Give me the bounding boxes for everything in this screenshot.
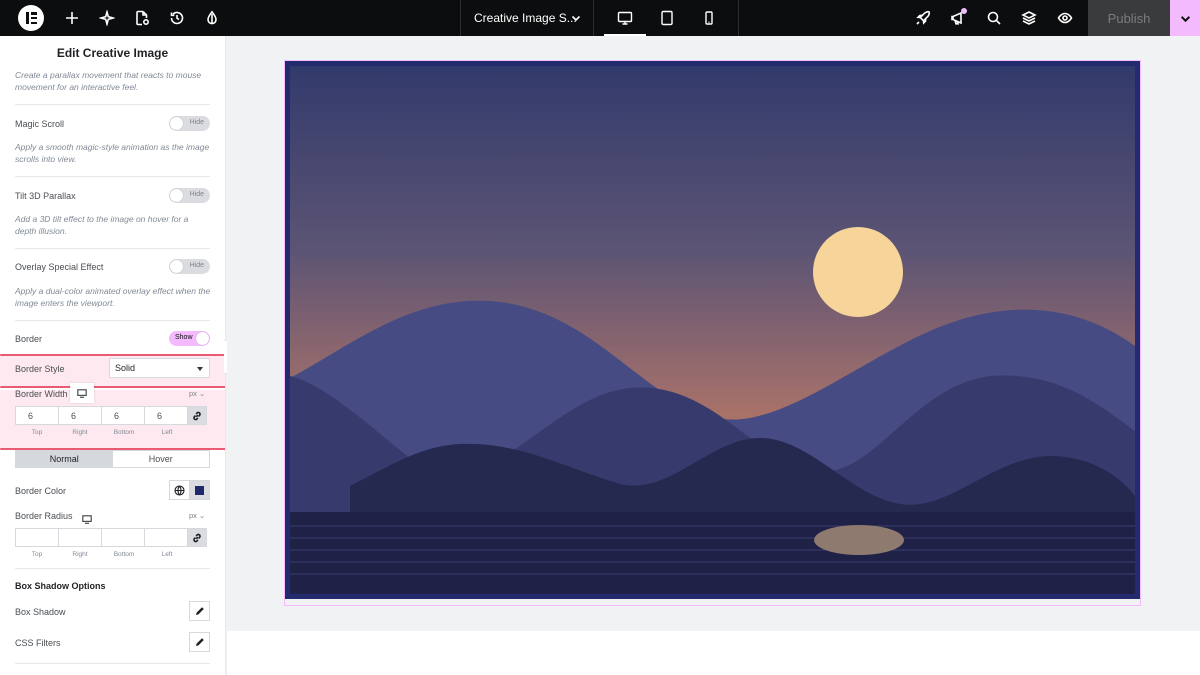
divider: [15, 248, 210, 249]
tilt-parallax-toggle[interactable]: Hide: [169, 188, 210, 203]
tilt-parallax-description: Add a 3D tilt effect to the image on hov…: [15, 214, 189, 236]
border-width-label: Border Width: [15, 389, 68, 399]
tilt-parallax-label: Tilt 3D Parallax: [15, 191, 76, 201]
elementor-logo-icon[interactable]: [18, 5, 44, 31]
mobile-icon[interactable]: [688, 0, 730, 36]
border-width-unit[interactable]: px ⌄: [189, 389, 205, 398]
overlay-effect-label: Overlay Special Effect: [15, 262, 104, 272]
magic-scroll-label: Magic Scroll: [15, 119, 65, 129]
panel-title: Edit Creative Image: [56, 46, 169, 60]
parallax-description: Create a parallax movement that reacts t…: [15, 70, 202, 92]
publish-options-button[interactable]: [1170, 0, 1200, 36]
highlight-line: [0, 354, 225, 356]
css-filters-edit-button[interactable]: [189, 632, 210, 652]
divider: [15, 104, 210, 105]
border-radius-label: Border Radius: [15, 511, 73, 521]
top-bar-left: [0, 0, 229, 36]
notification-dot: [961, 8, 967, 14]
canvas-empty-area: [227, 631, 1200, 675]
moon: [813, 227, 903, 317]
device-switcher: [604, 0, 730, 36]
border-radius-top[interactable]: [15, 528, 59, 547]
page-settings-icon[interactable]: [124, 0, 159, 36]
document-title: Creative Image S...: [474, 11, 577, 25]
border-color-label: Border Color: [15, 486, 67, 496]
site-style-icon[interactable]: [194, 0, 229, 36]
divider: [15, 176, 210, 177]
document-title-dropdown[interactable]: Creative Image S...: [460, 0, 594, 36]
divider: [15, 568, 210, 569]
state-tabs: Normal Hover: [15, 450, 210, 468]
border-width-bottom[interactable]: 6: [101, 406, 145, 425]
border-label: Border: [15, 334, 43, 344]
moon-reflection: [814, 525, 904, 555]
box-shadow-label: Box Shadow: [15, 607, 66, 617]
border-radius-left[interactable]: [144, 528, 188, 547]
overlay-effect-description: Apply a dual-color animated overlay effe…: [15, 286, 211, 308]
editor-panel: Edit Creative Image Create a parallax mo…: [0, 36, 226, 675]
top-bar: Creative Image S... Publish: [0, 0, 1200, 36]
tablet-icon[interactable]: [646, 0, 688, 36]
border-toggle[interactable]: Show: [169, 331, 210, 346]
ai-sparkle-icon[interactable]: [89, 0, 124, 36]
border-radius-unit[interactable]: px ⌄: [189, 511, 205, 520]
border-radius-inputs: [15, 528, 210, 547]
border-style-label: Border Style: [15, 364, 65, 374]
tab-hover[interactable]: Hover: [112, 451, 209, 467]
border-color-swatch[interactable]: [190, 481, 209, 499]
box-shadow-edit-button[interactable]: [189, 601, 210, 621]
tab-normal[interactable]: Normal: [16, 451, 113, 467]
search-icon[interactable]: [976, 0, 1012, 36]
border-style-select[interactable]: Solid: [109, 358, 210, 378]
history-icon[interactable]: [159, 0, 194, 36]
css-filters-label: CSS Filters: [15, 638, 61, 648]
preview-eye-icon[interactable]: [1047, 0, 1083, 36]
border-radius-bottom[interactable]: [101, 528, 145, 547]
divider: [15, 320, 210, 321]
responsive-desktop-icon[interactable]: [82, 511, 92, 524]
publish-button[interactable]: Publish: [1088, 0, 1170, 36]
desktop-icon[interactable]: [604, 0, 646, 36]
link-values-icon[interactable]: [187, 528, 207, 547]
border-color-control: [169, 480, 210, 500]
pencil-icon: [195, 607, 204, 615]
structure-layers-icon[interactable]: [1012, 0, 1048, 36]
border-radius-right[interactable]: [58, 528, 102, 547]
highlight-line: [0, 386, 225, 388]
border-width-left[interactable]: 6: [144, 406, 188, 425]
magic-scroll-description: Apply a smooth magic-style animation as …: [15, 142, 210, 164]
announcements-icon[interactable]: [941, 0, 977, 36]
border-width-top[interactable]: 6: [15, 406, 59, 425]
add-icon[interactable]: [54, 0, 89, 36]
border-width-inputs: 6 6 6 6: [15, 406, 210, 425]
responsive-desktop-icon[interactable]: [70, 383, 94, 403]
border-width-right[interactable]: 6: [58, 406, 102, 425]
box-shadow-options-title: Box Shadow Options: [15, 581, 106, 591]
chevron-down-icon: [571, 15, 581, 22]
lake: [290, 512, 1135, 594]
landscape-illustration: [290, 66, 1135, 594]
overlay-effect-toggle[interactable]: Hide: [169, 259, 210, 274]
divider: [738, 0, 739, 36]
rocket-icon[interactable]: [905, 0, 941, 36]
creative-image[interactable]: [285, 61, 1140, 599]
chevron-down-icon: [1180, 15, 1190, 22]
link-values-icon[interactable]: [187, 406, 207, 425]
global-colors-icon[interactable]: [170, 481, 190, 499]
top-bar-right: [905, 0, 1083, 36]
pencil-icon: [195, 638, 204, 646]
divider: [15, 663, 210, 664]
magic-scroll-toggle[interactable]: Hide: [169, 116, 210, 131]
caret-down-icon: [197, 367, 203, 371]
